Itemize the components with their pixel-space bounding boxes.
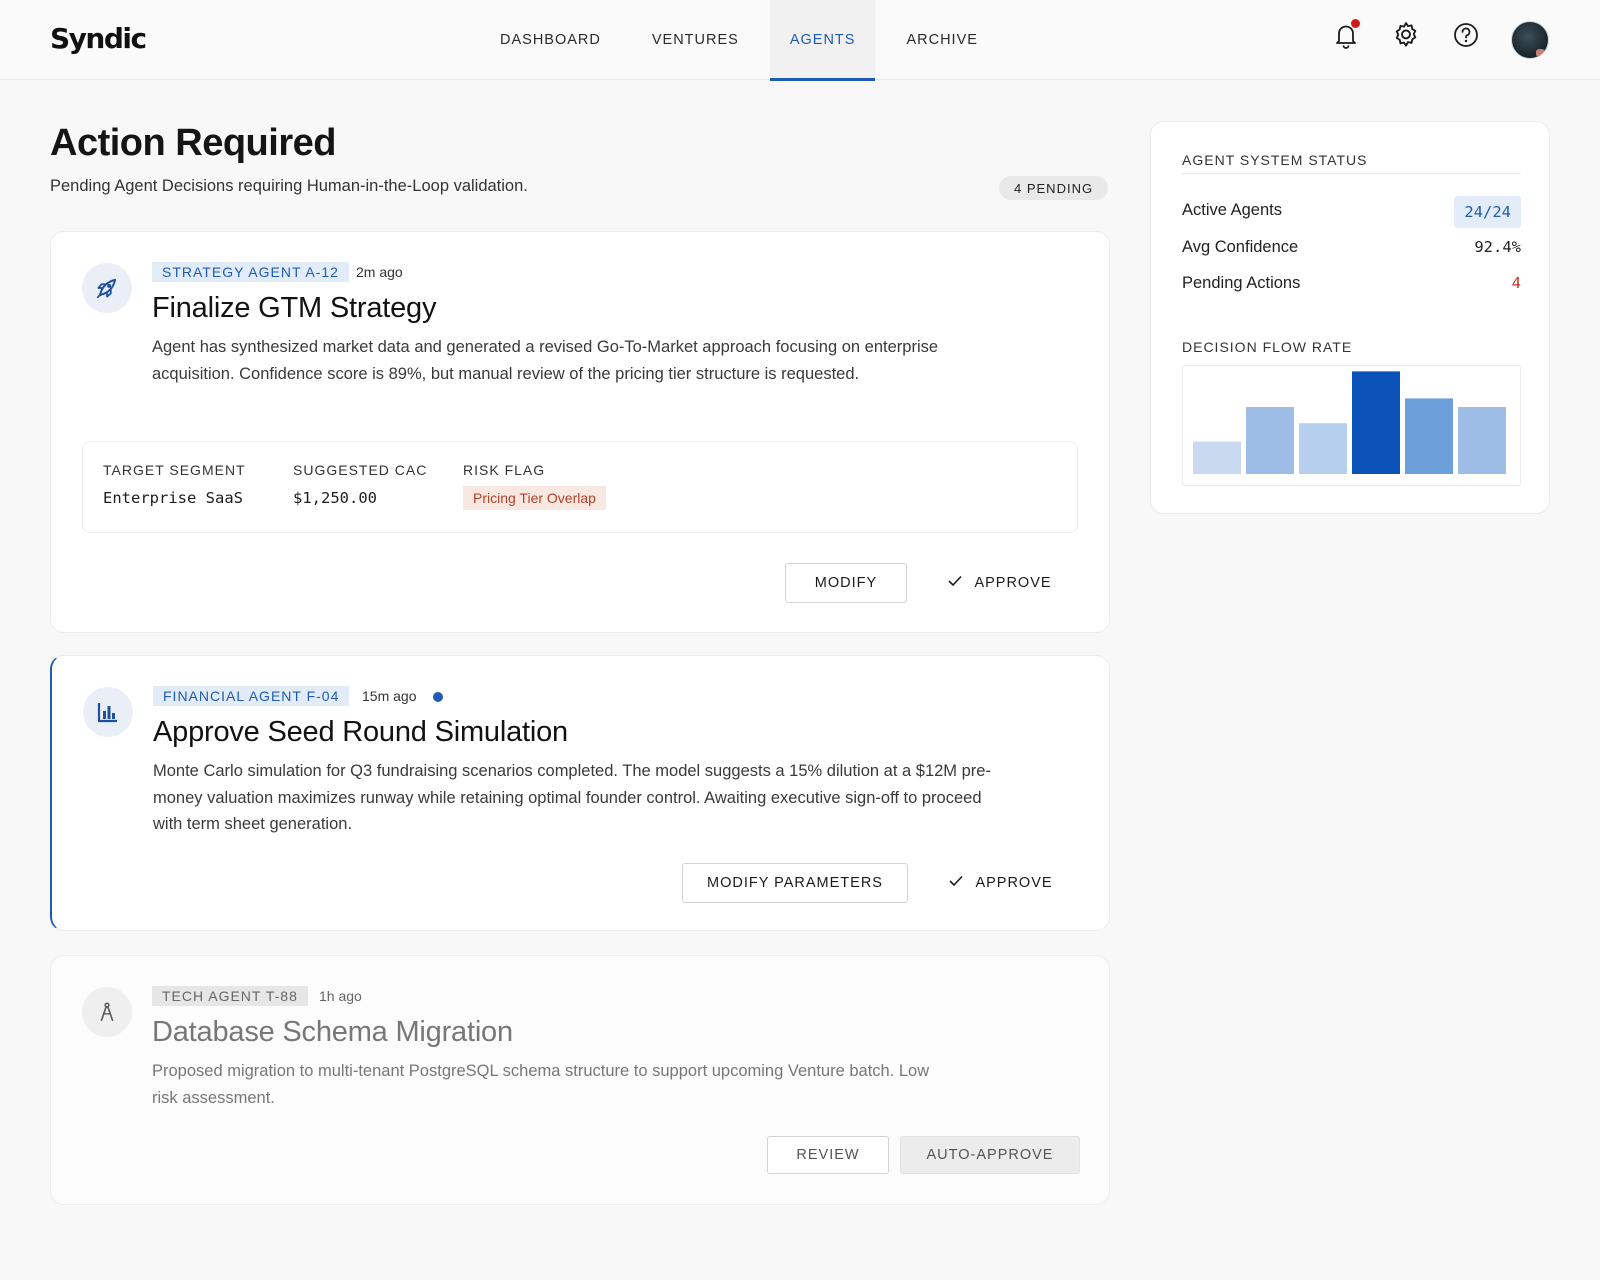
nav-tab-ventures[interactable]: VENTURES [632,0,759,80]
stat-value: 4 [1511,274,1521,292]
metric-value: $1,250.00 [293,489,377,507]
bar-chart-icon [83,687,133,737]
modify-parameters-button[interactable]: MODIFY PARAMETERS [682,863,908,903]
timestamp: 1h ago [319,988,362,1004]
flow-bar-3 [1299,423,1347,474]
decision-flow-chart [1182,365,1521,486]
metric-label: SUGGESTED CAC [293,462,428,478]
stat-label: Pending Actions [1182,274,1301,292]
help-icon[interactable] [1451,20,1481,50]
stat-active-agents: Active Agents 24/24 [1182,196,1521,228]
metric-suggested-cac: SUGGESTED CAC $1,250.00 [293,462,427,507]
main-nav: DASHBOARD VENTURES AGENTS ARCHIVE [480,0,1009,81]
risk-flag-chip: Pricing Tier Overlap [463,486,606,510]
card-title: Approve Seed Round Simulation [153,716,568,748]
agent-tag: TECH AGENT T-88 [152,986,308,1006]
page-title: Action Required [50,122,336,164]
panel-title: AGENT SYSTEM STATUS [1182,152,1521,174]
agent-system-status-panel: AGENT SYSTEM STATUS Active Agents 24/24 … [1150,121,1550,514]
timestamp: 2m ago [356,264,403,280]
compass-icon [82,987,132,1037]
card-description: Monte Carlo simulation for Q3 fundraisin… [153,762,991,833]
notification-dot [1351,19,1360,28]
decision-card-seed-round: FINANCIAL AGENT F-04 15m ago Approve See… [50,655,1110,931]
metric-risk-flag: RISK FLAG Pricing Tier Overlap [463,462,606,510]
nav-tab-archive[interactable]: ARCHIVE [886,0,997,80]
user-avatar[interactable] [1511,21,1549,59]
flow-bar-6 [1458,407,1506,474]
flow-bar-2 [1246,407,1294,474]
check-icon [948,575,963,591]
unread-indicator-dot [433,692,443,702]
metric-value: Enterprise SaaS [103,489,243,507]
app-logo[interactable]: Syndic [50,22,147,55]
card-title: Database Schema Migration [152,1016,513,1048]
card-description: Proposed migration to multi-tenant Postg… [152,1062,930,1107]
approve-button[interactable]: APPROVE [925,563,1075,603]
metric-label: RISK FLAG [463,462,546,478]
flow-bar-5 [1405,398,1453,474]
approve-label: APPROVE [975,875,1053,891]
metric-label: TARGET SEGMENT [103,462,246,478]
timestamp: 15m ago [362,688,417,704]
approve-button[interactable]: APPROVE [926,863,1076,903]
check-icon [949,875,964,891]
gear-icon[interactable] [1391,20,1421,50]
decision-flow-bars [1193,371,1506,474]
page-subtitle: Pending Agent Decisions requiring Human-… [50,177,528,195]
metric-target-segment: TARGET SEGMENT Enterprise SaaS [103,462,246,507]
pending-count-badge: 4 PENDING [999,176,1109,200]
card-description: Agent has synthesized market data and ge… [152,338,939,383]
nav-tab-dashboard[interactable]: DASHBOARD [480,0,621,80]
rocket-icon [82,263,132,313]
agent-tag: STRATEGY AGENT A-12 [152,262,349,282]
stat-label: Active Agents [1182,201,1282,219]
flow-bar-4 [1352,371,1400,474]
chart-title: DECISION FLOW RATE [1182,339,1353,355]
stat-label: Avg Confidence [1182,238,1299,256]
metrics-panel: TARGET SEGMENT Enterprise SaaS SUGGESTED… [82,441,1078,533]
flow-bar-1 [1193,441,1241,474]
card-title: Finalize GTM Strategy [152,292,437,324]
agent-tag: FINANCIAL AGENT F-04 [153,686,350,706]
approve-label: APPROVE [974,575,1052,591]
stat-value: 92.4% [1474,238,1521,256]
stat-avg-confidence: Avg Confidence 92.4% [1182,233,1521,263]
auto-approve-button[interactable]: AUTO-APPROVE [900,1136,1080,1174]
modify-button[interactable]: MODIFY [785,563,907,603]
decision-card-gtm: STRATEGY AGENT A-12 2m ago Finalize GTM … [50,231,1110,633]
nav-tab-agents[interactable]: AGENTS [769,0,876,81]
stat-value: 24/24 [1454,196,1521,228]
decision-card-schema-migration: TECH AGENT T-88 1h ago Database Schema M… [50,955,1110,1205]
review-button[interactable]: REVIEW [767,1136,889,1174]
bell-icon[interactable] [1331,19,1361,50]
top-navigation-bar: Syndic DASHBOARD VENTURES AGENTS ARCHIVE [0,0,1600,81]
stat-pending-actions: Pending Actions 4 [1182,269,1521,299]
